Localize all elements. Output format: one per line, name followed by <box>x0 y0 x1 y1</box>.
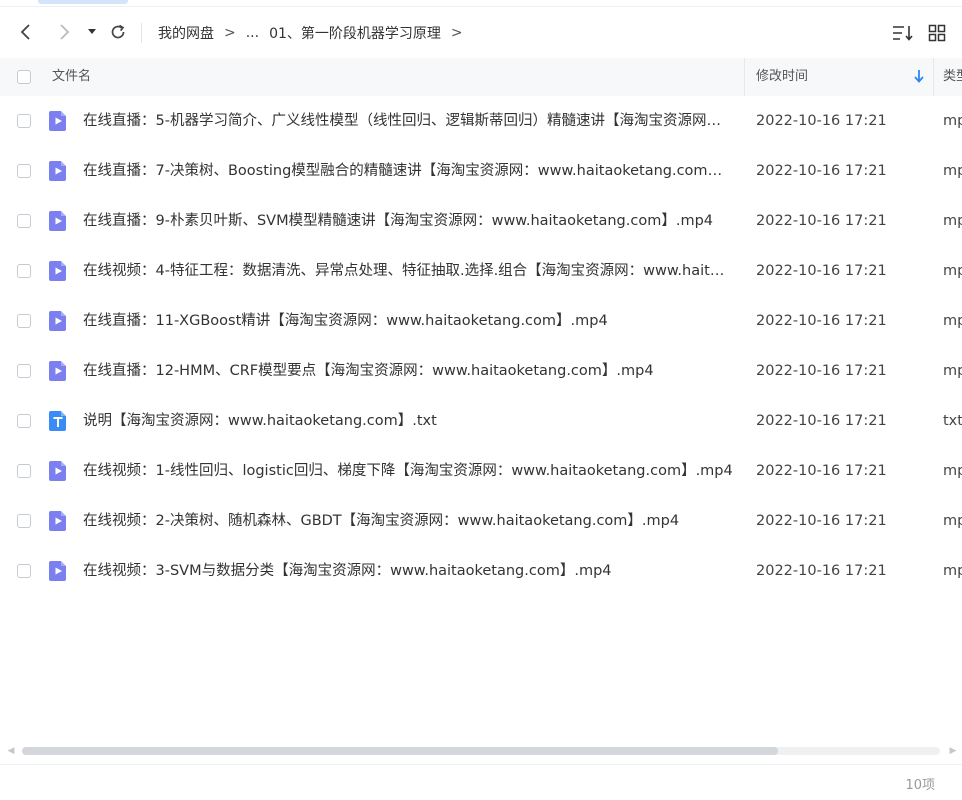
column-header-name[interactable]: 文件名 <box>52 58 91 96</box>
video-file-icon <box>48 110 68 132</box>
video-file-icon <box>48 560 68 582</box>
back-button[interactable] <box>14 18 38 46</box>
scroll-thumb[interactable] <box>22 747 778 755</box>
refresh-button[interactable] <box>106 18 130 46</box>
chevron-right-icon <box>60 24 70 40</box>
table-row[interactable]: 在线直播：11-XGBoost精讲【海淘宝资源网：www.haitaoketan… <box>0 296 962 346</box>
table-row[interactable]: 说明【海淘宝资源网：www.haitaoketang.com】.txt 2022-… <box>0 396 962 446</box>
item-count: 10项 <box>905 778 935 793</box>
table-row[interactable]: 在线直播：5-机器学习简介、广义线性模型（线性回归、逻辑斯蒂回归）精髓速讲【海淘… <box>0 96 962 146</box>
file-modified-time: 2022-10-16 17:21 <box>756 463 887 479</box>
file-type: mp4 <box>943 113 962 129</box>
file-name[interactable]: 在线视频：1-线性回归、logistic回归、梯度下降【海淘宝资源网：www.h… <box>83 446 733 496</box>
footer-divider <box>0 764 962 765</box>
breadcrumb: 我的网盘 > ... 01、第一阶段机器学习原理 > <box>158 8 473 58</box>
video-file-icon <box>48 310 68 332</box>
file-name[interactable]: 在线直播：5-机器学习简介、广义线性模型（线性回归、逻辑斯蒂回归）精髓速讲【海淘… <box>83 96 733 146</box>
breadcrumb-root[interactable]: 我的网盘 <box>158 23 214 43</box>
scroll-left-arrow[interactable]: ◀ <box>6 742 16 760</box>
video-file-icon <box>48 260 68 282</box>
active-tab-indicator <box>38 0 128 4</box>
breadcrumb-separator: > <box>450 25 463 41</box>
file-name[interactable]: 在线直播：9-朴素贝叶斯、SVM模型精髓速讲【海淘宝资源网：www.haitao… <box>83 196 733 246</box>
file-type: txt <box>943 413 962 429</box>
video-file-icon <box>48 160 68 182</box>
file-type: mp4 <box>943 213 962 229</box>
file-name[interactable]: 在线直播：11-XGBoost精讲【海淘宝资源网：www.haitaoketan… <box>83 296 733 346</box>
chevron-left-icon <box>20 24 30 40</box>
row-checkbox[interactable] <box>17 164 31 178</box>
table-row[interactable]: 在线视频：2-决策树、随机森林、GBDT【海淘宝资源网：www.haitaoke… <box>0 496 962 546</box>
video-file-icon <box>48 510 68 532</box>
grid-view-button[interactable] <box>924 20 950 46</box>
file-modified-time: 2022-10-16 17:21 <box>756 263 887 279</box>
forward-button[interactable] <box>52 18 76 46</box>
file-name[interactable]: 在线视频：4-特征工程：数据清洗、异常点处理、特征抽取.选择.组合【海淘宝资源网… <box>83 246 733 296</box>
row-checkbox[interactable] <box>17 314 31 328</box>
file-modified-time: 2022-10-16 17:21 <box>756 213 887 229</box>
file-name[interactable]: 说明【海淘宝资源网：www.haitaoketang.com】.txt <box>83 396 733 446</box>
table-row[interactable]: 在线直播：9-朴素贝叶斯、SVM模型精髓速讲【海淘宝资源网：www.haitao… <box>0 196 962 246</box>
video-file-icon <box>48 360 68 382</box>
file-name[interactable]: 在线直播：7-决策树、Boosting模型融合的精髓速讲【海淘宝资源网：www.… <box>83 146 733 196</box>
caret-down-icon <box>88 29 96 34</box>
table-header: 文件名 修改时间 类型 <box>0 58 962 96</box>
file-name[interactable]: 在线直播：12-HMM、CRF模型要点【海淘宝资源网：www.haitaoket… <box>83 346 733 396</box>
row-checkbox[interactable] <box>17 214 31 228</box>
file-type: mp4 <box>943 363 962 379</box>
refresh-icon <box>111 24 125 39</box>
file-modified-time: 2022-10-16 17:21 <box>756 363 887 379</box>
grid-view-icon <box>928 24 946 42</box>
scroll-right-arrow[interactable]: ▶ <box>948 742 958 760</box>
video-file-icon <box>48 210 68 232</box>
table-row[interactable]: 在线直播：7-决策树、Boosting模型融合的精髓速讲【海淘宝资源网：www.… <box>0 146 962 196</box>
scroll-track[interactable] <box>22 747 940 755</box>
file-type: mp4 <box>943 563 962 579</box>
breadcrumb-separator: > <box>224 25 236 41</box>
column-divider[interactable] <box>933 58 934 96</box>
file-type: mp4 <box>943 263 962 279</box>
row-checkbox[interactable] <box>17 464 31 478</box>
top-divider <box>0 6 962 7</box>
video-file-icon <box>48 460 68 482</box>
table-row[interactable]: 在线视频：3-SVM与数据分类【海淘宝资源网：www.haitaoketang.… <box>0 546 962 596</box>
column-divider[interactable] <box>744 58 745 96</box>
file-name[interactable]: 在线视频：3-SVM与数据分类【海淘宝资源网：www.haitaoketang.… <box>83 546 733 596</box>
history-dropdown-button[interactable] <box>82 18 102 46</box>
file-name[interactable]: 在线视频：2-决策树、随机森林、GBDT【海淘宝资源网：www.haitaoke… <box>83 496 733 546</box>
horizontal-scrollbar[interactable]: ◀ ▶ <box>0 742 962 760</box>
table-row[interactable]: 在线视频：1-线性回归、logistic回归、梯度下降【海淘宝资源网：www.h… <box>0 446 962 496</box>
file-modified-time: 2022-10-16 17:21 <box>756 313 887 329</box>
file-type: mp4 <box>943 513 962 529</box>
file-type: mp4 <box>943 463 962 479</box>
column-header-modified[interactable]: 修改时间 <box>756 58 808 96</box>
row-checkbox[interactable] <box>17 264 31 278</box>
select-all-checkbox[interactable] <box>17 70 31 84</box>
sort-descending-icon[interactable] <box>912 68 926 84</box>
row-checkbox[interactable] <box>17 364 31 378</box>
breadcrumb-ellipsis[interactable]: ... <box>246 25 259 41</box>
breadcrumb-current[interactable]: 01、第一阶段机器学习原理 <box>269 23 441 43</box>
file-modified-time: 2022-10-16 17:21 <box>756 563 887 579</box>
table-row[interactable]: 在线视频：4-特征工程：数据清洗、异常点处理、特征抽取.选择.组合【海淘宝资源网… <box>0 246 962 296</box>
toolbar-separator <box>141 23 142 43</box>
row-checkbox[interactable] <box>17 564 31 578</box>
row-checkbox[interactable] <box>17 114 31 128</box>
toolbar: 我的网盘 > ... 01、第一阶段机器学习原理 > <box>0 8 962 58</box>
file-type: mp4 <box>943 163 962 179</box>
file-type: mp4 <box>943 313 962 329</box>
column-header-type[interactable]: 类型 <box>943 58 962 96</box>
sort-menu-button[interactable] <box>890 20 916 46</box>
file-modified-time: 2022-10-16 17:21 <box>756 413 887 429</box>
file-modified-time: 2022-10-16 17:21 <box>756 113 887 129</box>
file-modified-time: 2022-10-16 17:21 <box>756 513 887 529</box>
text-file-icon <box>48 410 68 432</box>
row-checkbox[interactable] <box>17 514 31 528</box>
sort-list-icon <box>893 26 913 41</box>
table-row[interactable]: 在线直播：12-HMM、CRF模型要点【海淘宝资源网：www.haitaoket… <box>0 346 962 396</box>
file-modified-time: 2022-10-16 17:21 <box>756 163 887 179</box>
row-checkbox[interactable] <box>17 414 31 428</box>
